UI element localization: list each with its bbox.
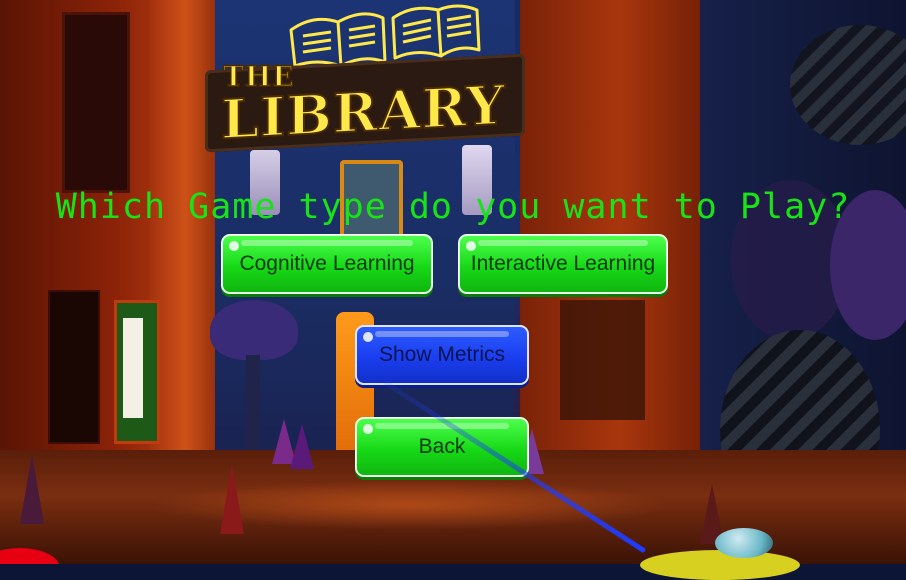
- plant: [290, 424, 314, 469]
- mushroom-lamp: [210, 300, 298, 360]
- window-light: [123, 318, 143, 418]
- cognitive-learning-button[interactable]: Cognitive Learning: [221, 234, 433, 294]
- mushroom-lamp-stem: [246, 355, 260, 465]
- wall-poster: [48, 290, 100, 444]
- wall-poster: [62, 12, 130, 193]
- logo-title: LIBRARY: [220, 72, 506, 153]
- interactive-learning-button[interactable]: Interactive Learning: [458, 234, 668, 294]
- library-logo: THE LIBRARY: [205, 0, 525, 155]
- plant: [220, 464, 244, 534]
- controller-base: [640, 550, 800, 580]
- back-button[interactable]: Back: [355, 417, 529, 477]
- wall-panel: [560, 300, 645, 420]
- vr-controller-icon: [715, 528, 773, 558]
- show-metrics-button[interactable]: Show Metrics: [355, 325, 529, 385]
- plant: [20, 454, 44, 524]
- game-type-question: Which Game type do you want to Play?: [55, 187, 851, 227]
